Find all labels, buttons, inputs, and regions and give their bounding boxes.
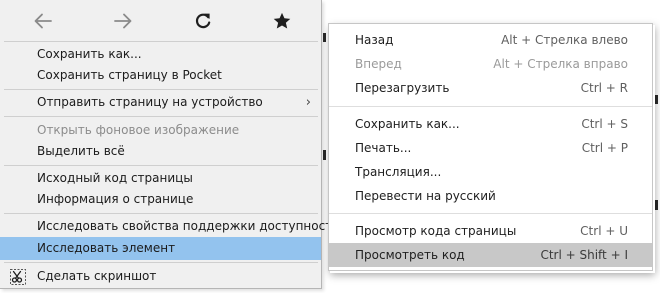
reload-icon[interactable] (186, 4, 220, 38)
cast-label: Трансляция... (355, 165, 442, 179)
menu-separator (4, 116, 318, 117)
view-page-source-shortcut: Ctrl + U (580, 224, 628, 238)
screenshot-scissors-icon (10, 269, 26, 285)
cast-item[interactable]: Трансляция... (329, 160, 652, 184)
inspect-shortcut: Ctrl + Shift + I (540, 248, 628, 262)
menu-separator (4, 41, 318, 42)
send-page-to-device-label: Отправить страницу на устройство (37, 95, 263, 109)
bookmark-star-icon[interactable] (265, 4, 299, 38)
reload-shortcut: Ctrl + R (580, 81, 628, 95)
print-shortcut: Ctrl + P (581, 141, 628, 155)
menu-separator (329, 106, 652, 107)
inspect-element-label: Исследовать элемент (37, 241, 176, 255)
firefox-context-menu: Сохранить как... Сохранить страницу в Po… (0, 0, 340, 289)
back-label: Назад (355, 33, 394, 47)
navigation-bar (0, 0, 321, 40)
page-background-fragment (655, 95, 658, 104)
page-background-fragment (323, 150, 326, 160)
save-as-label: Сохранить как... (355, 117, 460, 131)
menu-separator (4, 213, 318, 214)
take-screenshot-label: Сделать скриншот (37, 269, 157, 283)
forward-arrow-icon[interactable] (106, 4, 140, 38)
view-page-source-item[interactable]: Просмотр кода страницы Ctrl + U (329, 219, 652, 243)
translate-label: Перевести на русский (355, 189, 496, 203)
print-item[interactable]: Печать... Ctrl + P (329, 136, 652, 160)
take-screenshot-item[interactable]: Сделать скриншот (0, 265, 321, 288)
back-arrow-icon[interactable] (26, 4, 60, 38)
view-page-source-label: Просмотр кода страницы (355, 224, 517, 238)
print-label: Печать... (355, 141, 412, 155)
inspect-accessibility-item[interactable]: Исследовать свойства поддержки доступнос… (0, 215, 340, 238)
submenu-arrow-icon: › (305, 95, 311, 110)
page-info-label: Информация о странице (37, 192, 194, 206)
chrome-context-menu: Назад Alt + Стрелка влево Вперед Alt + С… (328, 23, 653, 271)
menu-separator (329, 213, 652, 214)
inspect-element-item[interactable]: Исследовать элемент (0, 237, 321, 260)
back-shortcut: Alt + Стрелка влево (501, 33, 628, 47)
save-to-pocket-label: Сохранить страницу в Pocket (37, 68, 222, 82)
view-page-source-label: Исходный код страницы (37, 171, 193, 185)
open-background-image-label: Открыть фоновое изображение (37, 123, 240, 137)
inspect-label: Просмотреть код (355, 248, 465, 262)
back-item[interactable]: Назад Alt + Стрелка влево (329, 28, 652, 52)
save-as-item[interactable]: Сохранить как... Ctrl + S (329, 112, 652, 136)
save-as-shortcut: Ctrl + S (581, 117, 628, 131)
reload-label: Перезагрузить (355, 81, 450, 95)
save-as-item[interactable]: Сохранить как... (0, 43, 321, 66)
view-page-source-item[interactable]: Исходный код страницы (0, 167, 321, 190)
inspect-item[interactable]: Просмотреть код Ctrl + Shift + I (329, 243, 652, 267)
reload-item[interactable]: Перезагрузить Ctrl + R (329, 76, 652, 100)
send-page-to-device-item[interactable]: Отправить страницу на устройство › (0, 91, 321, 114)
select-all-label: Выделить всё (37, 144, 125, 158)
forward-label: Вперед (355, 57, 402, 71)
page-info-item[interactable]: Информация о странице (0, 188, 321, 211)
open-background-image-item: Открыть фоновое изображение (0, 119, 321, 142)
inspect-accessibility-label: Исследовать свойства поддержки доступнос… (37, 219, 341, 233)
save-as-label: Сохранить как... (37, 47, 142, 61)
translate-item[interactable]: Перевести на русский (329, 184, 652, 208)
menu-separator (4, 89, 318, 90)
page-background-fragment (323, 33, 326, 42)
page-background-fragment (655, 200, 658, 210)
save-to-pocket-item[interactable]: Сохранить страницу в Pocket (0, 64, 321, 87)
forward-shortcut: Alt + Стрелка вправо (493, 57, 628, 71)
forward-item: Вперед Alt + Стрелка вправо (329, 52, 652, 76)
menu-separator (4, 262, 318, 263)
select-all-item[interactable]: Выделить всё (0, 140, 321, 163)
menu-separator (4, 165, 318, 166)
